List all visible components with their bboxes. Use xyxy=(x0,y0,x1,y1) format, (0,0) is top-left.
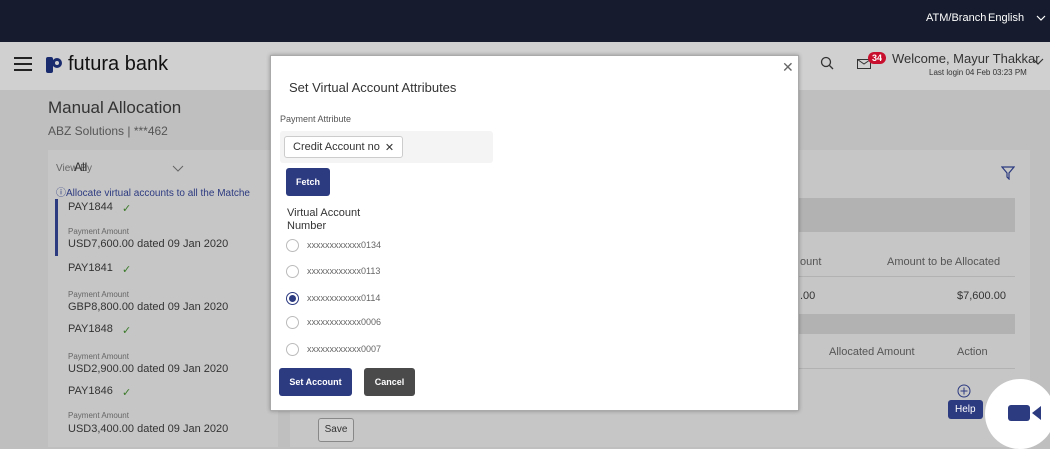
close-icon[interactable]: ✕ xyxy=(782,59,794,76)
account-option-label: xxxxxxxxxxxx0007 xyxy=(307,344,382,354)
check-icon: ✓ xyxy=(122,203,132,215)
amount-value: .00 xyxy=(800,290,816,302)
save-button[interactable]: Save xyxy=(318,418,354,442)
menu-icon[interactable] xyxy=(14,57,32,71)
account-option-label: xxxxxxxxxxxx0113 xyxy=(307,266,381,276)
allocate-info-link[interactable]: ⓘAllocate virtual accounts to all the Ma… xyxy=(56,184,250,199)
account-option-label: xxxxxxxxxxxx0006 xyxy=(307,317,382,327)
account-radio[interactable] xyxy=(286,239,299,252)
action-header: Action xyxy=(957,346,988,358)
payment-amount-value: GBP8,800.00 dated 09 Jan 2020 xyxy=(68,301,229,313)
payment-id: PAY1841 xyxy=(68,262,113,274)
account-radio[interactable] xyxy=(286,265,299,278)
account-radio-selected[interactable] xyxy=(286,292,299,305)
futura-logo-icon xyxy=(46,56,62,73)
account-option-label: xxxxxxxxxxxx0114 xyxy=(307,293,381,303)
check-icon: ✓ xyxy=(122,264,132,276)
payment-item[interactable]: PAY1848 ✓ Payment Amount USD2,900.00 dat… xyxy=(55,321,270,379)
last-login-text: Last login 04 Feb 03:23 PM xyxy=(929,68,1027,77)
payment-amount-value: USD7,600.00 dated 09 Jan 2020 xyxy=(68,238,229,250)
payment-amount-label: Payment Amount xyxy=(68,352,129,361)
payment-amount-label: Payment Amount xyxy=(68,411,129,420)
payment-attribute-label: Payment Attribute xyxy=(280,114,352,124)
payment-item[interactable]: PAY1844 ✓ Payment Amount USD7,600.00 dat… xyxy=(55,199,270,257)
payment-id: PAY1844 xyxy=(68,201,113,213)
payment-item[interactable]: PAY1841 ✓ Payment Amount GBP8,800.00 dat… xyxy=(55,260,270,318)
help-button[interactable]: Help xyxy=(948,400,983,419)
payment-attribute-input[interactable]: Credit Account no ✕ xyxy=(280,131,493,163)
attribute-chip: Credit Account no ✕ xyxy=(284,136,404,158)
check-icon: ✓ xyxy=(122,387,132,399)
allocated-amount-header: Allocated Amount xyxy=(829,346,915,358)
page-subtitle: ABZ Solutions | ***462 xyxy=(48,124,168,138)
check-icon: ✓ xyxy=(122,325,132,337)
set-virtual-account-dialog: Set Virtual Account Attributes ✕ Payment… xyxy=(270,55,799,411)
search-icon[interactable] xyxy=(820,56,834,70)
payment-amount-value: USD2,900.00 dated 09 Jan 2020 xyxy=(68,363,229,375)
chip-label: Credit Account no xyxy=(293,141,380,153)
notification-badge: 34 xyxy=(868,52,887,64)
to-allocate-column-header: Amount to be Allocated xyxy=(887,256,1001,268)
account-radio[interactable] xyxy=(286,343,299,356)
video-camera-icon[interactable] xyxy=(1008,403,1042,423)
filter-icon[interactable] xyxy=(1001,166,1015,180)
payment-id: PAY1848 xyxy=(68,323,113,335)
chevron-down-icon xyxy=(1036,15,1046,21)
virtual-account-label: Virtual Account Number xyxy=(287,207,361,232)
add-circle-icon[interactable] xyxy=(957,384,971,398)
top-bar: ATM/Branch English xyxy=(0,0,1050,42)
atm-branch-link[interactable]: ATM/Branch xyxy=(926,12,986,24)
to-allocate-value: $7,600.00 xyxy=(957,290,1006,302)
chevron-down-icon[interactable] xyxy=(172,165,184,172)
account-radio[interactable] xyxy=(286,316,299,329)
payment-item[interactable]: PAY1846 ✓ Payment Amount USD3,400.00 dat… xyxy=(55,383,270,443)
language-selector[interactable]: English xyxy=(988,12,1024,24)
payment-amount-value: USD3,400.00 dated 09 Jan 2020 xyxy=(68,423,229,435)
chevron-down-icon[interactable] xyxy=(1032,58,1044,66)
page-title: Manual Allocation xyxy=(48,98,182,117)
payment-amount-label: Payment Amount xyxy=(68,290,129,299)
view-by-select[interactable]: All xyxy=(74,160,87,174)
cancel-button[interactable]: Cancel xyxy=(364,368,415,396)
brand-logo: futura bank xyxy=(44,53,168,76)
payment-id: PAY1846 xyxy=(68,385,113,397)
account-option-label: xxxxxxxxxxxx0134 xyxy=(307,240,382,250)
dialog-title: Set Virtual Account Attributes xyxy=(289,80,457,95)
welcome-text[interactable]: Welcome, Mayur Thakkar xyxy=(892,51,1040,66)
remove-chip-icon[interactable]: ✕ xyxy=(385,141,394,154)
brand-name: futura bank xyxy=(68,53,169,75)
amount-column-header: ount xyxy=(800,256,822,268)
payment-amount-label: Payment Amount xyxy=(68,227,129,236)
fetch-button[interactable]: Fetch xyxy=(286,168,330,196)
set-account-button[interactable]: Set Account xyxy=(279,368,352,396)
